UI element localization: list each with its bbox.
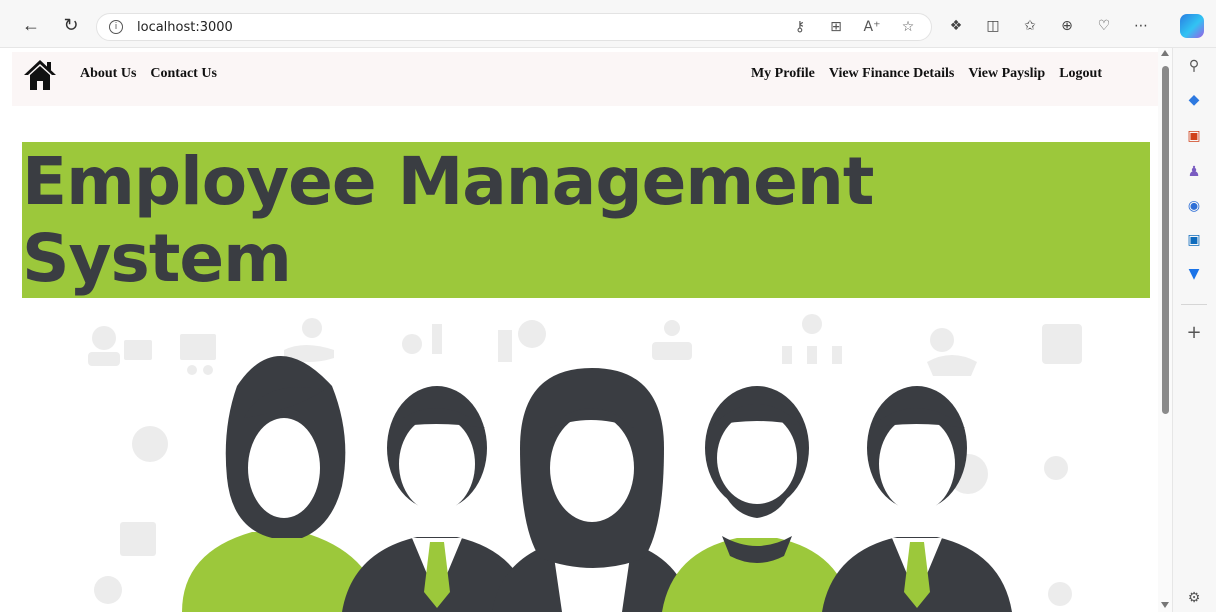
refresh-icon[interactable]: ↻ bbox=[60, 14, 82, 36]
tools-icon[interactable]: ▣ bbox=[1184, 126, 1204, 146]
sidebar-divider bbox=[1181, 304, 1207, 305]
nav-link-my-profile[interactable]: My Profile bbox=[751, 66, 815, 82]
outlook-icon[interactable]: ▣ bbox=[1184, 230, 1204, 250]
info-icon[interactable]: i bbox=[109, 20, 123, 34]
more-icon[interactable]: ⋯ bbox=[1131, 16, 1151, 36]
shopping-tag-icon[interactable]: ◆ bbox=[1184, 90, 1204, 110]
scroll-up-arrow-icon[interactable] bbox=[1161, 50, 1169, 56]
drop-icon[interactable]: ▼ bbox=[1184, 264, 1204, 284]
person-bearded-man bbox=[662, 386, 852, 612]
games-icon[interactable]: ♟ bbox=[1184, 162, 1204, 182]
back-arrow-icon[interactable]: ← bbox=[20, 14, 42, 36]
nav-link-contact-us[interactable]: Contact Us bbox=[150, 66, 217, 82]
search-icon[interactable]: ⚲ bbox=[1184, 56, 1204, 76]
site-navbar: About Us Contact Us My Profile View Fina… bbox=[12, 52, 1158, 106]
split-screen-icon[interactable]: ◫ bbox=[983, 16, 1003, 36]
browser-toolbar: ← ↻ i localhost:3000 ⚷ ⊞ A⁺ ☆ ❖ ◫ ✩ ⊕ ♡ … bbox=[0, 0, 1216, 48]
scrollbar-thumb[interactable] bbox=[1162, 66, 1169, 414]
copilot-icon[interactable] bbox=[1180, 14, 1204, 38]
extensions-icon[interactable]: ❖ bbox=[946, 16, 966, 36]
hero-banner: Employee Management System bbox=[22, 142, 1150, 298]
microsoft365-icon[interactable]: ◉ bbox=[1184, 196, 1204, 216]
read-aloud-icon[interactable]: A⁺ bbox=[863, 18, 881, 36]
page-scrollbar[interactable] bbox=[1158, 48, 1172, 612]
person-man-suit-left bbox=[342, 386, 532, 612]
performance-icon[interactable]: ♡ bbox=[1094, 16, 1114, 36]
employees-illustration bbox=[88, 314, 1082, 612]
favorites-icon[interactable]: ✩ bbox=[1020, 16, 1040, 36]
home-icon[interactable] bbox=[22, 58, 58, 92]
nav-link-about-us[interactable]: About Us bbox=[80, 66, 136, 82]
nav-link-logout[interactable]: Logout bbox=[1059, 66, 1102, 82]
app-grid-icon[interactable]: ⊞ bbox=[827, 18, 845, 36]
key-icon[interactable]: ⚷ bbox=[791, 18, 809, 36]
person-woman-center bbox=[492, 368, 692, 612]
favorite-star-icon[interactable]: ☆ bbox=[899, 18, 917, 36]
person-woman-left bbox=[182, 356, 382, 612]
address-bar[interactable]: i localhost:3000 ⚷ ⊞ A⁺ ☆ bbox=[96, 13, 932, 41]
collections-icon[interactable]: ⊕ bbox=[1057, 16, 1077, 36]
page-viewport: About Us Contact Us My Profile View Fina… bbox=[12, 48, 1158, 612]
browser-sidebar: ⚲ ◆ ▣ ♟ ◉ ▣ ▼ + ⚙ bbox=[1172, 48, 1216, 612]
add-icon[interactable]: + bbox=[1184, 322, 1204, 343]
settings-icon[interactable]: ⚙ bbox=[1184, 588, 1204, 608]
scroll-down-arrow-icon[interactable] bbox=[1161, 602, 1169, 608]
nav-link-view-finance-details[interactable]: View Finance Details bbox=[829, 66, 954, 82]
nav-link-view-payslip[interactable]: View Payslip bbox=[968, 66, 1045, 82]
person-man-suit-right bbox=[822, 386, 1012, 612]
banner-title: Employee Management System bbox=[22, 143, 874, 297]
url-text[interactable]: localhost:3000 bbox=[137, 20, 233, 35]
